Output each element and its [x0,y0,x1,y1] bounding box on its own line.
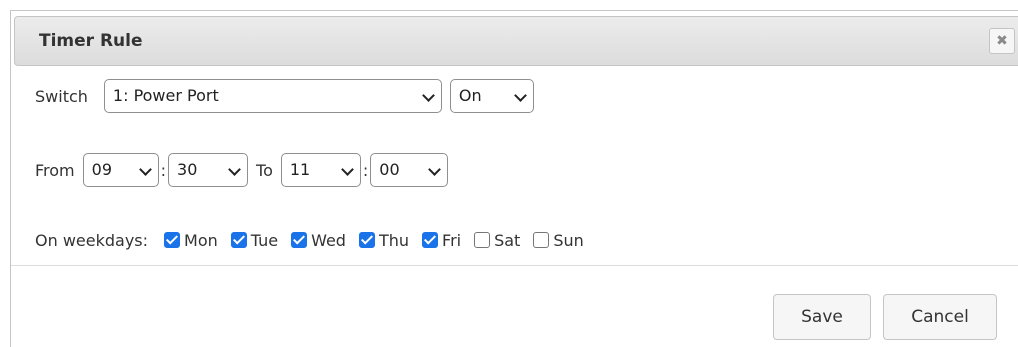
switch-port-value: 1: Power Port [112,86,219,105]
weekday-sun-checkbox[interactable]: Sun [533,230,584,250]
dialog-title: Timer Rule [39,31,143,51]
weekdays-row: On weekdays: Mon Tue Wed Thu Fri Sat Sun [35,222,597,258]
time-separator: : [362,160,369,180]
weekday-label: Sat [494,230,521,250]
to-label: To [256,160,273,180]
weekday-tue-checkbox[interactable]: Tue [230,230,279,250]
switch-label: Switch [35,86,88,106]
switch-state-value: On [458,86,482,105]
checkbox-checked-icon[interactable] [164,232,181,248]
switch-port-select[interactable]: 1: Power Port [103,79,442,113]
close-button[interactable]: ✖ [989,28,1015,54]
dialog-titlebar: Timer Rule ✖ [14,16,1018,66]
checkbox-unchecked-icon[interactable] [533,232,550,248]
weekday-thu-checkbox[interactable]: Thu [358,230,410,250]
to-hour-value: 11 [289,160,311,179]
weekday-mon-checkbox[interactable]: Mon [164,231,218,250]
weekday-label: Fri [442,230,462,250]
weekday-label: Sun [553,230,584,250]
from-hour-value: 09 [91,160,112,179]
checkbox-checked-icon[interactable] [291,232,308,248]
timer-rule-dialog: Timer Rule ✖ Switch 1: Power Port On Fro… [10,10,1018,347]
weekday-sat-checkbox[interactable]: Sat [474,231,520,250]
weekday-wed-checkbox[interactable]: Wed [291,231,346,250]
weekdays-label: On weekdays: [35,230,149,250]
weekday-label: Mon [184,230,218,250]
chevron-down-icon [228,163,241,176]
checkbox-checked-icon[interactable] [230,232,247,248]
save-button[interactable]: Save [773,294,871,340]
from-minute-value: 30 [177,160,198,179]
time-row: From 09 : 30 To 11 : 00 [35,152,449,188]
switch-state-select[interactable]: On [449,79,534,113]
checkbox-unchecked-icon[interactable] [474,232,491,248]
weekday-label: Wed [311,230,346,250]
to-hour-select[interactable]: 11 [280,153,361,187]
from-minute-select[interactable]: 30 [168,153,249,187]
chevron-down-icon [138,163,152,176]
chevron-down-icon [514,89,527,102]
weekday-label: Tue [250,230,279,250]
to-minute-value: 00 [379,160,400,179]
chevron-down-icon [428,163,442,176]
checkbox-checked-icon[interactable] [422,232,439,248]
from-hour-select[interactable]: 09 [82,153,159,187]
chevron-down-icon [422,89,435,102]
time-separator: : [160,160,167,180]
weekday-label: Thu [378,230,410,250]
button-pane-divider [11,265,1018,266]
close-icon: ✖ [996,33,1008,49]
checkbox-checked-icon[interactable] [358,232,375,248]
weekday-fri-checkbox[interactable]: Fri [422,231,461,250]
cancel-button[interactable]: Cancel [883,294,997,340]
to-minute-select[interactable]: 00 [370,153,449,187]
chevron-down-icon [341,163,354,176]
from-label: From [35,160,75,180]
switch-row: Switch 1: Power Port On [35,78,534,114]
